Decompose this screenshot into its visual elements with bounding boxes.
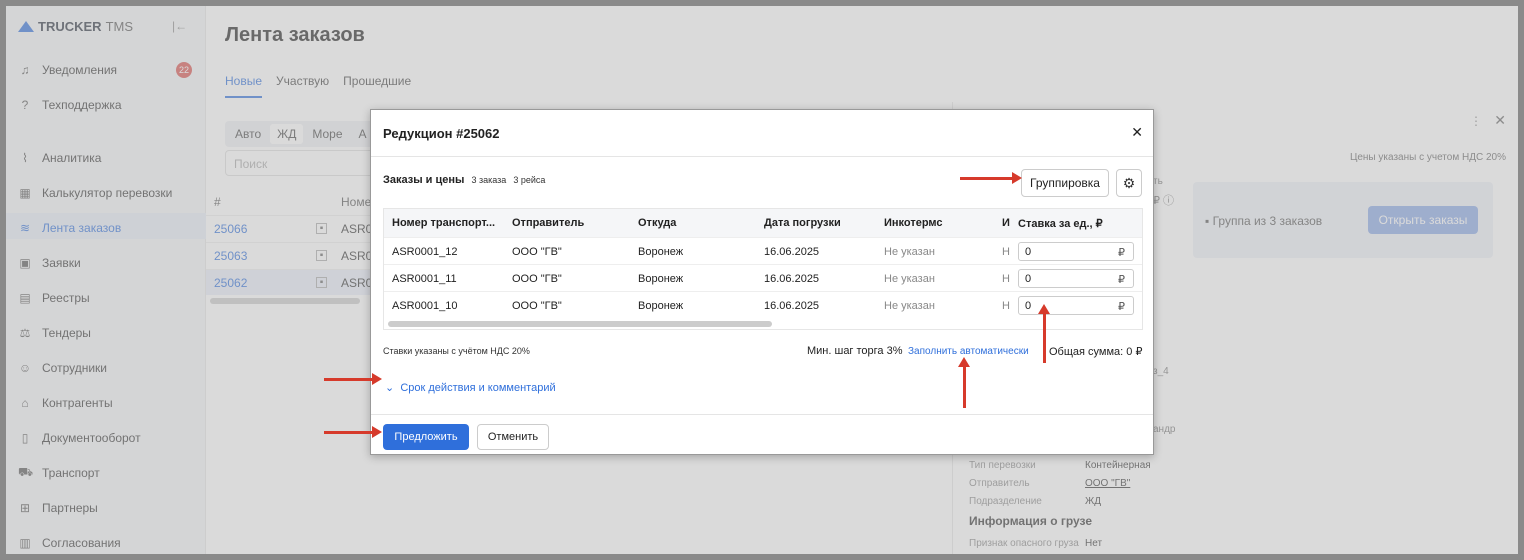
ruble-icon: ₽ [1118,247,1125,259]
divider [371,414,1153,415]
orders-count-badge: 3 заказа [471,175,507,185]
total-sum: Общая сумма: 0 ₽ [1049,346,1143,358]
cell-from: Воронеж [638,300,684,312]
rate-input[interactable]: 0 ₽ [1018,269,1134,288]
col-incoterms[interactable]: Инкотермс [884,217,943,229]
table-row[interactable]: ASR0001_11 ООО "ГВ" Воронеж 16.06.2025 Не ук… [384,264,1142,291]
cell-from: Воронеж [638,246,684,258]
annotation-arrow-up [958,357,970,408]
autofill-link[interactable]: Заполнить автоматически [908,346,1029,357]
col-from[interactable]: Откуда [638,217,676,229]
cell-incoterms: Не указан [884,300,935,312]
settings-gear-icon[interactable]: ⚙ [1116,169,1142,197]
app-window: TRUCKER TMS |← 22 ♫ Уведомления? Техподдер… [6,6,1518,554]
table-scrollbar[interactable] [388,321,772,327]
submit-offer-button[interactable]: Предложить [383,424,469,450]
orders-prices-table: Номер транспорт... Отправитель Откуда Да… [383,208,1143,330]
annotation-arrow-up [1038,304,1050,363]
modal-title: Редукцион #25062 [383,126,500,141]
vat-note: Ставки указаны с учётом НДС 20% [383,346,530,356]
ruble-icon: ₽ [1118,274,1125,286]
cell-transport: ASR0001_11 [392,273,457,285]
validity-comment-toggle[interactable]: ⌄ Срок действия и комментарий [385,381,556,394]
reduction-modal: Редукцион #25062 ✕ Заказы и цены 3 заказ… [370,109,1154,455]
trips-count-badge: 3 рейса [513,175,546,185]
table-header-row: Номер транспорт... Отправитель Откуда Да… [384,209,1142,237]
cell-transport: ASR0001_12 [392,246,458,258]
cell-i: Н [1002,273,1010,285]
cell-sender: ООО "ГВ" [512,273,562,285]
annotation-arrow-right [324,426,382,438]
col-transport[interactable]: Номер транспорт... [392,217,495,229]
cell-date: 16.06.2025 [764,246,820,258]
rate-value: 0 [1025,246,1032,258]
col-load-date[interactable]: Дата погрузки [764,217,841,229]
col-i[interactable]: И [1002,217,1010,229]
divider [371,156,1153,157]
cell-date: 16.06.2025 [764,300,820,312]
col-sender[interactable]: Отправитель [512,217,584,229]
rate-input[interactable]: 0 ₽ [1018,296,1134,315]
annotation-arrow-right [960,172,1022,184]
cell-incoterms: Не указан [884,246,935,258]
validity-comment-label[interactable]: Срок действия и комментарий [400,382,555,394]
rate-value: 0 [1025,273,1032,285]
cell-i: Н [1002,246,1010,258]
cell-sender: ООО "ГВ" [512,246,562,258]
cancel-button[interactable]: Отменить [477,424,549,450]
cell-i: Н [1002,300,1010,312]
min-step: Мин. шаг торга 3% [807,345,903,357]
table-row[interactable]: ASR0001_12 ООО "ГВ" Воронеж 16.06.2025 Не ук… [384,237,1142,264]
cell-sender: ООО "ГВ" [512,300,562,312]
section-title: Заказы и цены 3 заказа 3 рейса [383,174,545,186]
rate-input[interactable]: 0 ₽ [1018,242,1134,261]
cell-transport: ASR0001_10 [392,300,458,312]
ruble-icon: ₽ [1118,301,1125,313]
cell-date: 16.06.2025 [764,273,820,285]
annotation-arrow-right [324,373,382,385]
table-row[interactable]: ASR0001_10 ООО "ГВ" Воронеж 16.06.2025 Не ук… [384,291,1142,318]
section-title-text: Заказы и цены [383,174,465,186]
rate-value: 0 [1025,300,1032,312]
close-icon[interactable]: ✕ [1131,124,1143,141]
chevron-down-icon: ⌄ [385,382,395,394]
cell-incoterms: Не указан [884,273,935,285]
col-rate[interactable]: Ставка за ед., ₽ [1018,217,1103,230]
grouping-button[interactable]: Группировка [1021,169,1109,197]
cell-from: Воронеж [638,273,684,285]
